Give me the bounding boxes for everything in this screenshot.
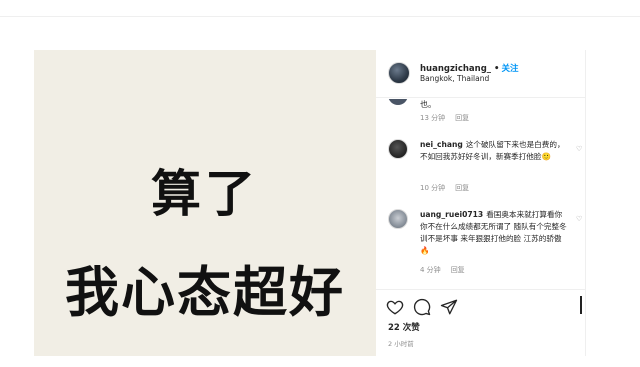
comment-like-icon[interactable]: ♡ (576, 215, 582, 223)
action-bar (376, 289, 586, 319)
comment-time: 10 分钟 (420, 184, 446, 192)
post-time: 2 小时前 (388, 340, 414, 348)
post-image: 算了 我心态超好 (34, 50, 376, 356)
author-line: huangzichang_ • 关注 (420, 62, 519, 74)
comment-meta: 13 分钟 回复 (420, 113, 479, 123)
comments-list[interactable]: 也。 13 分钟 回复 nei_chang 这个破队留下来也是白费的，不如回我苏好好… (376, 99, 586, 289)
author-avatar[interactable] (388, 62, 410, 84)
comment-time: 13 分钟 (420, 114, 446, 122)
like-count[interactable]: 22 次赞 (388, 321, 420, 333)
panel-border (585, 50, 586, 356)
comment-avatar[interactable] (388, 209, 408, 229)
follow-button[interactable]: 关注 (501, 64, 518, 74)
image-text-line1: 算了 (151, 165, 259, 223)
comment-icon[interactable] (413, 298, 431, 316)
comment-username[interactable]: uang_ruei0713 (420, 210, 483, 219)
reply-button[interactable]: 回复 (451, 266, 465, 274)
post-side-panel: huangzichang_ • 关注 Bangkok, Thailand 也。 13… (376, 50, 586, 356)
comment-body: uang_ruei0713 看国奥本来就打算看你 你不在什么成绩都无所谓了 随队有… (420, 209, 568, 257)
comment-username[interactable]: nei_chang (420, 140, 463, 149)
comment-meta: 10 分钟 回复 (420, 183, 479, 193)
heart-icon[interactable] (386, 298, 404, 316)
comment-body: nei_chang 这个破队留下来也是白费的，不如回我苏好好冬训，新赛季打他脸🙂 (420, 139, 568, 163)
top-divider (0, 16, 640, 17)
reply-button[interactable]: 回复 (455, 184, 469, 192)
author-username[interactable]: huangzichang_ (420, 64, 491, 74)
comment-avatar[interactable] (388, 99, 408, 105)
reply-button[interactable]: 回复 (455, 114, 469, 122)
share-icon[interactable] (440, 298, 458, 316)
comment-time: 4 分钟 (420, 266, 441, 274)
partial-comment-text: 也。 (420, 100, 436, 109)
post-location[interactable]: Bangkok, Thailand (420, 74, 489, 83)
comment-meta: 4 分钟 回复 (420, 265, 475, 275)
post-header: huangzichang_ • 关注 Bangkok, Thailand (376, 50, 586, 98)
image-text-line2: 我心态超好 (65, 261, 345, 324)
separator-dot: • (494, 64, 500, 74)
scroll-indicator[interactable] (580, 296, 582, 314)
comment-avatar[interactable] (388, 139, 408, 159)
comment-like-icon[interactable]: ♡ (576, 145, 582, 153)
